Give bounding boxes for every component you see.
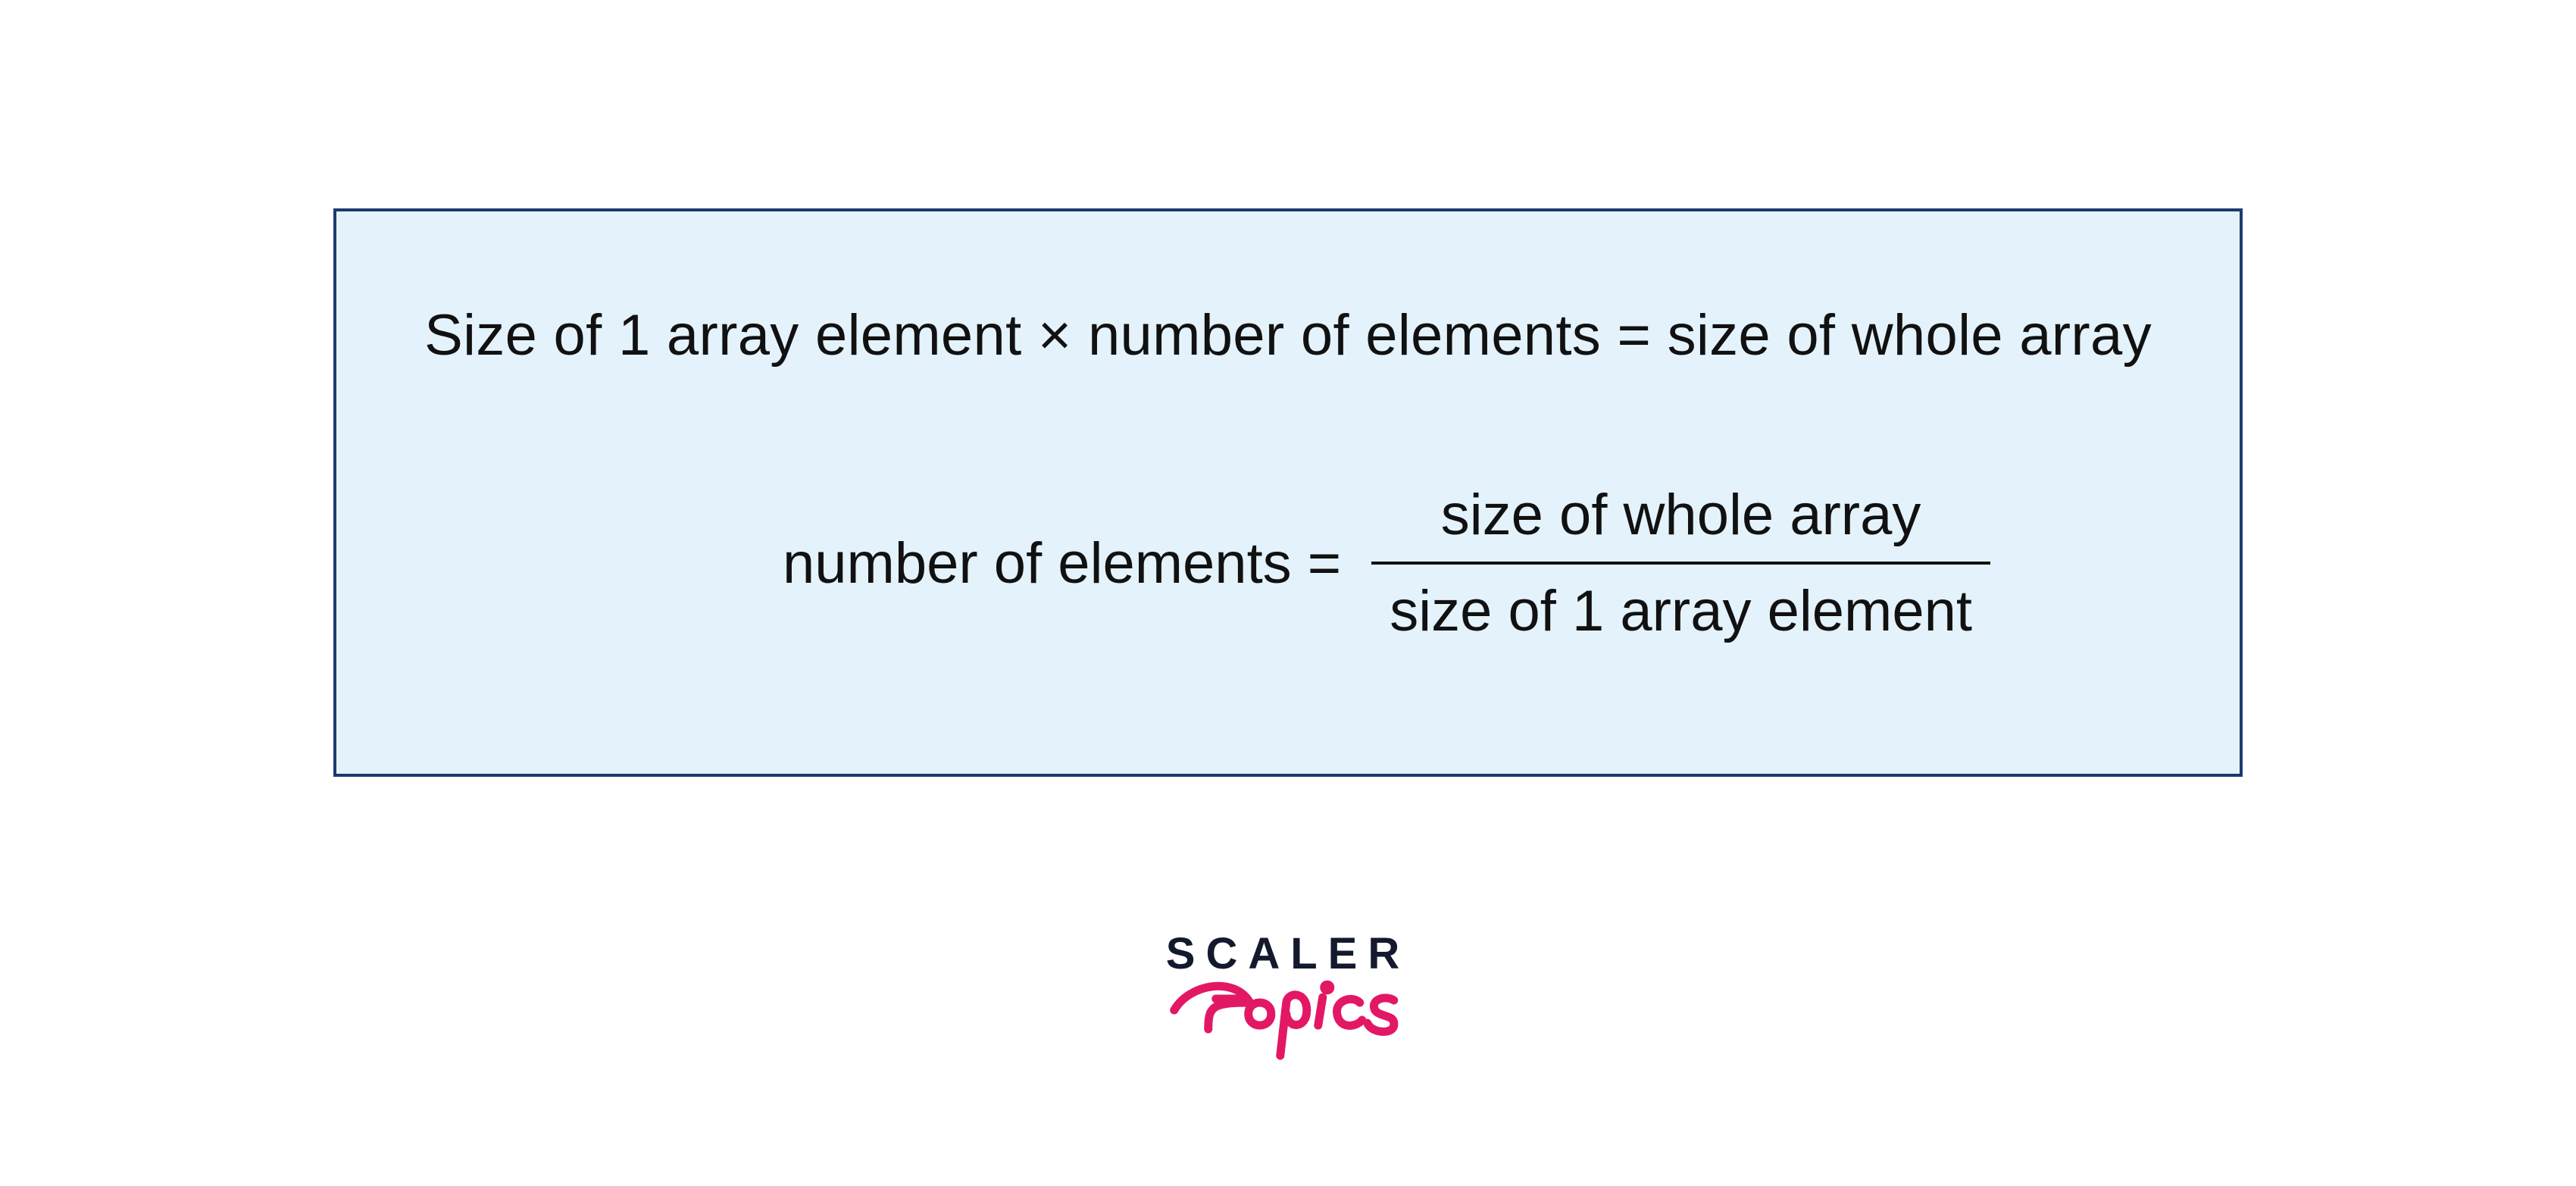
equation-lhs: number of elements = — [783, 530, 1341, 596]
topics-script-icon — [1167, 969, 1409, 1067]
equation-line-2: number of elements = size of whole array… — [336, 482, 2240, 644]
equation-line-1: Size of 1 array element × number of elem… — [336, 302, 2240, 368]
fraction-denominator: size of 1 array element — [1371, 565, 1990, 644]
brand-logo-top: SCALER — [1166, 932, 1410, 976]
fraction-numerator: size of whole array — [1423, 482, 1940, 562]
fraction: size of whole array size of 1 array elem… — [1371, 482, 1990, 644]
formula-box: Size of 1 array element × number of elem… — [333, 208, 2243, 777]
brand-logo-bottom — [1166, 969, 1410, 1067]
brand-logo: SCALER — [1166, 932, 1410, 1067]
